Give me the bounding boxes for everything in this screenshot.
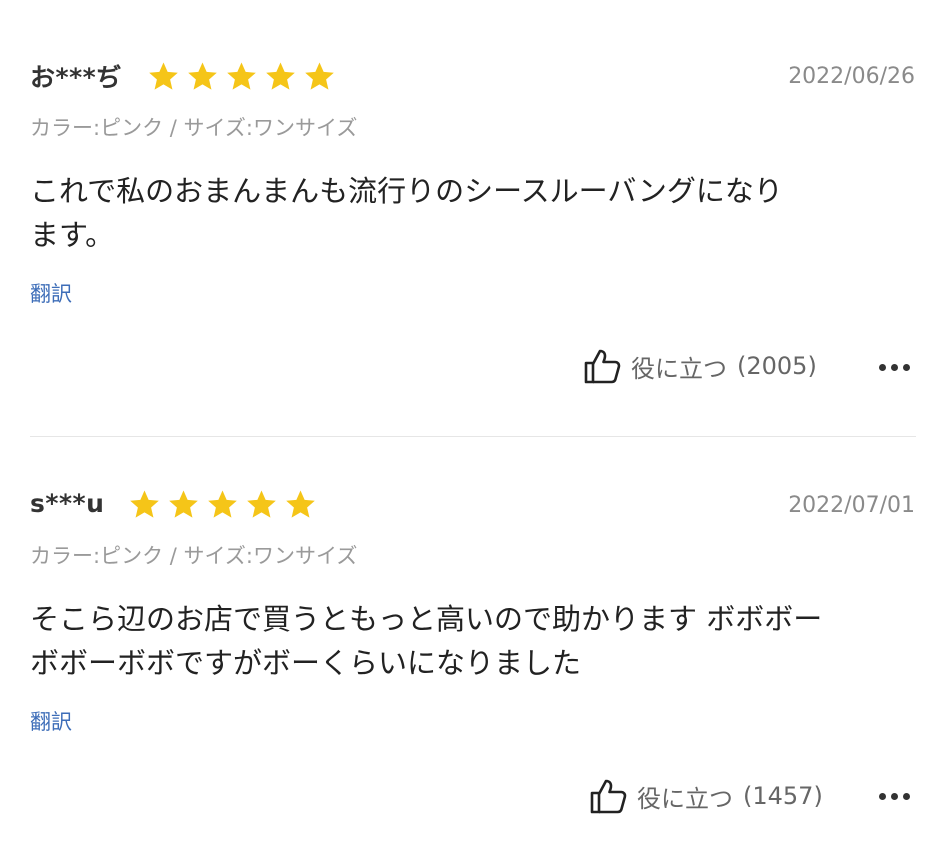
star-icon (247, 490, 276, 518)
thumbs-up-icon (584, 349, 621, 384)
variant-info: カラー:ピンク / サイズ:ワンサイズ (30, 116, 358, 140)
review-text-line: これで私のおまんまんも流行りのシースルーバングになり (30, 174, 783, 208)
star-icon (227, 62, 256, 90)
reviewer-name: お***ぢ (30, 63, 122, 92)
review-text-line: そこら辺のお店で買うともっと高いので助かります ボボボー (30, 602, 823, 636)
star-icon (266, 62, 295, 90)
star-icon (305, 62, 334, 90)
review-date: 2022/07/01 (788, 493, 915, 518)
review-text-line: ボボーボボですがボーくらいになりました (30, 646, 582, 680)
thumbs-up-icon (590, 779, 627, 814)
review-card: お***ぢ 2022/06/26 カラー:ピンク / サイズ:ワンサイズ これで… (0, 0, 946, 436)
star-icon (169, 490, 198, 518)
star-icon (149, 62, 178, 90)
helpful-count: (2005) (737, 352, 817, 380)
variant-info: カラー:ピンク / サイズ:ワンサイズ (30, 544, 358, 568)
review-text-line: ます。 (30, 218, 115, 252)
reviewer-name: s***u (30, 489, 105, 518)
star-icon (208, 490, 237, 518)
translate-link[interactable]: 翻訳 (30, 278, 72, 308)
review-text: これで私のおまんまんも流行りのシースルーバングになり ます。 (30, 169, 910, 257)
helpful-count: (1457) (743, 782, 823, 810)
star-icon (130, 490, 159, 518)
review-card: s***u 2022/07/01 カラー:ピンク / サイズ:ワンサイズ そこら… (0, 437, 946, 863)
review-date: 2022/06/26 (788, 64, 915, 89)
more-options-icon[interactable] (879, 787, 910, 806)
review-text: そこら辺のお店で買うともっと高いので助かります ボボボー ボボーボボですがボーく… (30, 597, 910, 685)
helpful-button[interactable]: 役に立つ (1457) (588, 776, 823, 816)
more-options-icon[interactable] (879, 358, 910, 377)
star-icon (188, 62, 217, 90)
star-rating (128, 488, 317, 521)
translate-link[interactable]: 翻訳 (30, 706, 72, 736)
star-icon (286, 490, 315, 518)
helpful-label: 役に立つ (631, 354, 727, 383)
helpful-button[interactable]: 役に立つ (2005) (582, 346, 817, 386)
star-rating (147, 60, 336, 93)
helpful-label: 役に立つ (637, 784, 733, 813)
